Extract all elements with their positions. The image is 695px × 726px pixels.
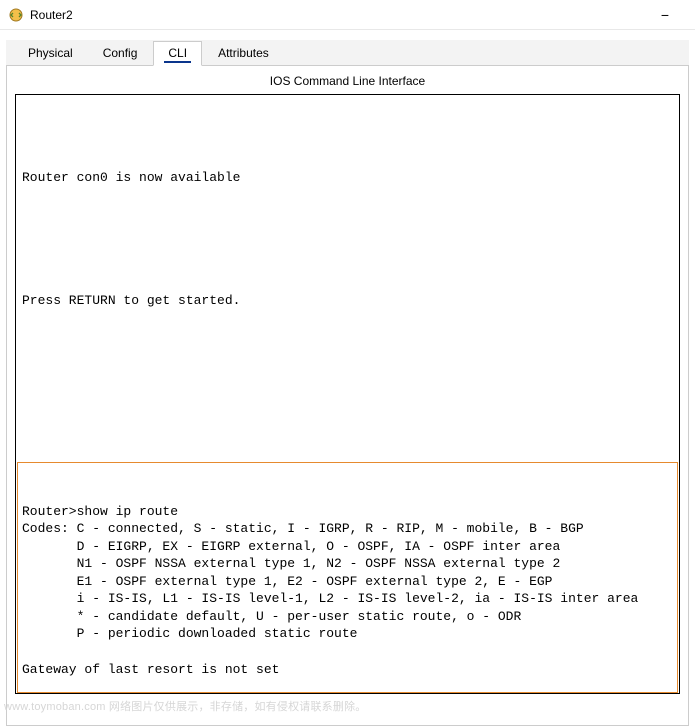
watermark-text: www.toymoban.com 网络图片仅供展示，非存储，如有侵权请联系删除。 [4,698,366,714]
tab-label: Config [103,46,138,60]
cli-panel: IOS Command Line Interface Router con0 i… [6,66,689,726]
minimize-button[interactable]: − [643,0,687,30]
panel-header: IOS Command Line Interface [7,66,688,94]
tab-label: Attributes [218,46,269,60]
cli-terminal[interactable]: Router con0 is now available Press RETUR… [15,94,680,694]
window-title: Router2 [30,8,643,22]
tab-physical[interactable]: Physical [14,42,87,65]
window-titlebar: Router2 − [0,0,695,30]
terminal-container: Router con0 is now available Press RETUR… [7,94,688,702]
tab-label: CLI [168,46,187,60]
tab-label: Physical [28,46,73,60]
tab-bar: Physical Config CLI Attributes [6,40,689,66]
minimize-icon: − [661,7,669,23]
tab-cli[interactable]: CLI [153,41,202,66]
router-icon [8,7,24,23]
content-frame: Physical Config CLI Attributes IOS Comma… [0,30,695,726]
active-tab-underline [164,61,191,63]
tab-attributes[interactable]: Attributes [204,42,283,65]
tab-config[interactable]: Config [89,42,152,65]
